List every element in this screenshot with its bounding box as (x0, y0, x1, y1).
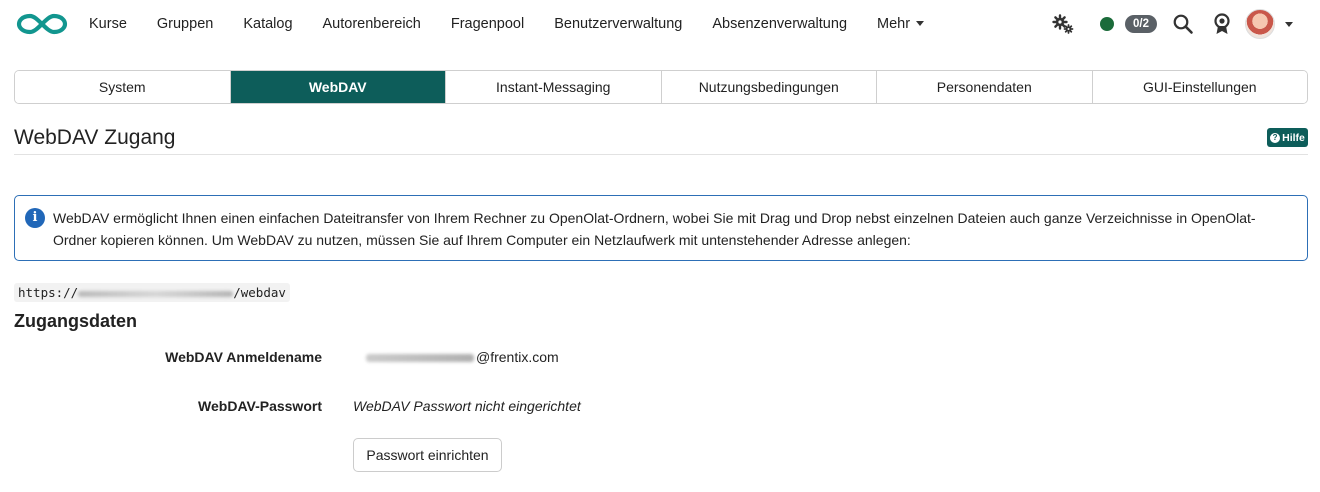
tab-instant-messaging[interactable]: Instant-Messaging (446, 71, 662, 103)
nav-autorenbereich[interactable]: Autorenbereich (308, 0, 436, 48)
info-box: i WebDAV ermöglicht Ihnen einen einfache… (14, 195, 1308, 261)
main-nav: Kurse Gruppen Katalog Autorenbereich Fra… (74, 0, 939, 48)
page-title: WebDAV Zugang (14, 126, 176, 149)
password-value: WebDAV Passwort nicht eingerichtet (353, 398, 581, 414)
tab-gui-einstellungen[interactable]: GUI-Einstellungen (1092, 71, 1307, 103)
info-icon: i (25, 208, 45, 228)
avatar[interactable] (1245, 9, 1275, 39)
nav-fragenpool[interactable]: Fragenpool (436, 0, 539, 48)
section-title: Zugangsdaten (14, 311, 138, 331)
question-icon: ? (1270, 132, 1281, 143)
nav-gruppen[interactable]: Gruppen (142, 0, 228, 48)
search-icon[interactable] (1172, 13, 1194, 35)
password-label: WebDAV-Passwort (198, 398, 322, 414)
info-text: WebDAV ermöglicht Ihnen einen einfachen … (53, 210, 1256, 248)
tab-personendaten[interactable]: Personendaten (877, 71, 1093, 103)
settings-tabs: System WebDAV Instant-Messaging Nutzungs… (14, 70, 1308, 104)
nav-absenzenverwaltung[interactable]: Absenzenverwaltung (697, 0, 862, 48)
redacted-host (78, 290, 234, 297)
online-status-dot[interactable] (1100, 17, 1114, 31)
award-icon[interactable] (1211, 12, 1233, 36)
tab-webdav[interactable]: WebDAV (230, 71, 446, 103)
tab-nutzungsbedingungen[interactable]: Nutzungsbedingungen (661, 71, 877, 103)
tab-system[interactable]: System (15, 71, 231, 103)
nav-mehr-dropdown[interactable]: Mehr (862, 0, 939, 48)
chevron-down-icon[interactable] (1285, 22, 1293, 27)
setup-password-button[interactable]: Passwort einrichten (353, 438, 502, 472)
nav-kurse[interactable]: Kurse (74, 0, 142, 48)
chevron-down-icon (916, 20, 925, 26)
help-label: Hilfe (1282, 131, 1305, 144)
url-prefix: https:// (18, 285, 79, 300)
login-label: WebDAV Anmeldename (165, 349, 322, 365)
login-suffix: @frentix.com (476, 349, 559, 365)
nav-mehr-label: Mehr (877, 16, 911, 32)
help-button[interactable]: ? Hilfe (1267, 128, 1308, 147)
logo-infinity-icon[interactable] (15, 11, 69, 37)
heading-divider (14, 154, 1308, 155)
url-suffix: /webdav (233, 285, 286, 300)
login-value: @frentix.com (366, 349, 559, 365)
webdav-url: https:// /webdav (14, 283, 290, 302)
redacted-username (366, 354, 474, 363)
nav-benutzerverwaltung[interactable]: Benutzerverwaltung (539, 0, 697, 48)
nav-katalog[interactable]: Katalog (228, 0, 307, 48)
gears-icon[interactable] (1051, 12, 1075, 36)
chat-count-badge[interactable]: 0/2 (1125, 15, 1157, 33)
top-navbar: Kurse Gruppen Katalog Autorenbereich Fra… (0, 0, 1320, 48)
